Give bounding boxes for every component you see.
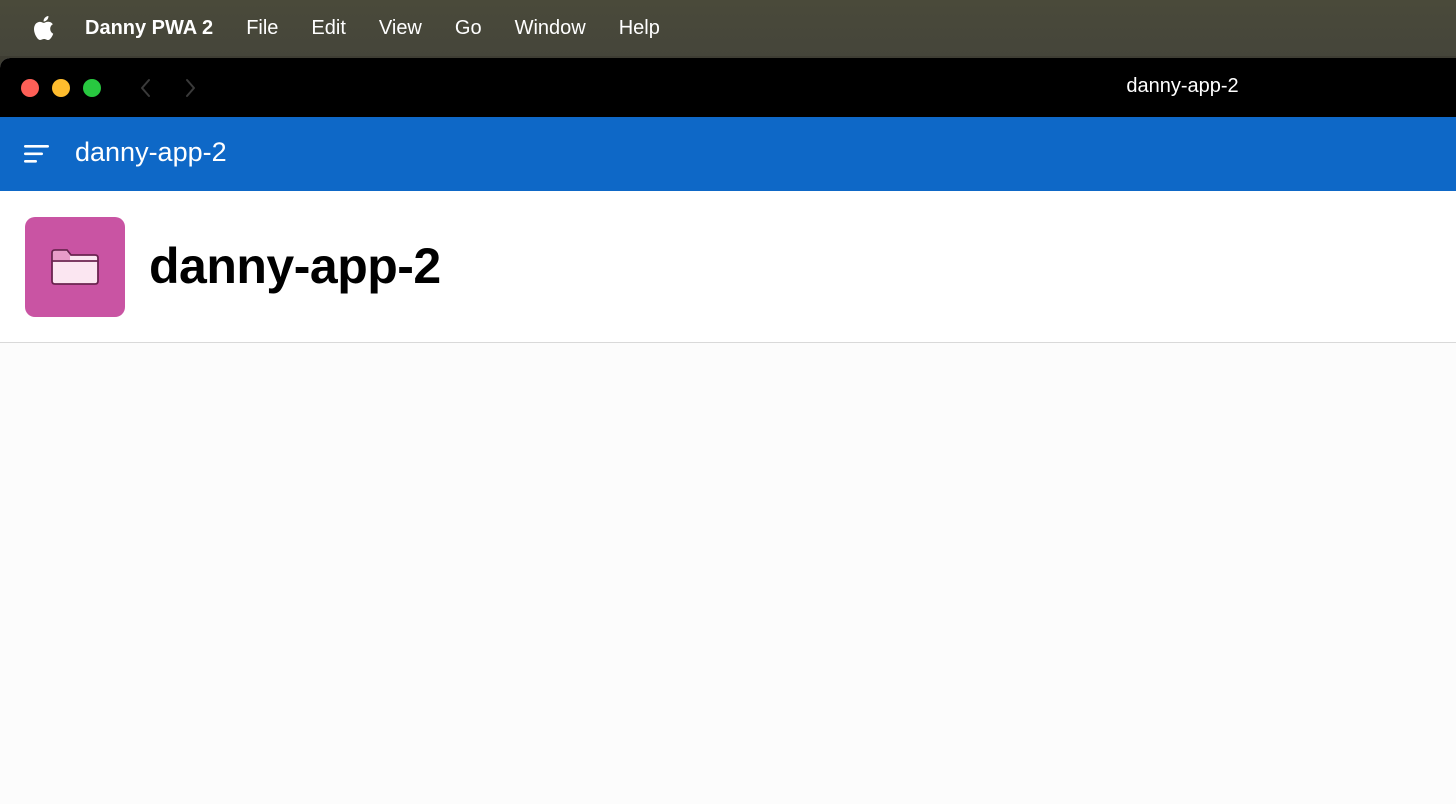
- zoom-window-button[interactable]: [83, 79, 101, 97]
- minimize-window-button[interactable]: [52, 79, 70, 97]
- menu-help[interactable]: Help: [619, 17, 660, 40]
- menu-app-name[interactable]: Danny PWA 2: [85, 17, 213, 40]
- page-header: danny-app-2: [0, 191, 1456, 343]
- chevron-right-icon[interactable]: [178, 76, 202, 100]
- window-titlebar[interactable]: danny-app-2: [0, 58, 1456, 117]
- chevron-left-icon[interactable]: [134, 76, 158, 100]
- app-header-bar: danny-app-2: [0, 117, 1456, 191]
- page-title: danny-app-2: [149, 238, 441, 294]
- menu-edit[interactable]: Edit: [311, 17, 345, 40]
- apple-icon[interactable]: [31, 15, 55, 41]
- menu-view[interactable]: View: [379, 17, 422, 40]
- menu-go[interactable]: Go: [455, 17, 482, 40]
- window-title: danny-app-2: [1126, 75, 1239, 97]
- menu-window[interactable]: Window: [515, 17, 586, 40]
- menu-bar: Danny PWA 2 File Edit View Go Window Hel…: [0, 0, 1456, 56]
- folder-icon: [25, 217, 125, 317]
- menu-file[interactable]: File: [246, 17, 278, 40]
- close-window-button[interactable]: [21, 79, 39, 97]
- appbar-title: danny-app-2: [75, 137, 227, 167]
- hamburger-menu-icon[interactable]: [22, 141, 52, 167]
- app-window: danny-app-2 danny-app-2 danny-app-2: [0, 58, 1456, 804]
- content-area: [0, 343, 1456, 804]
